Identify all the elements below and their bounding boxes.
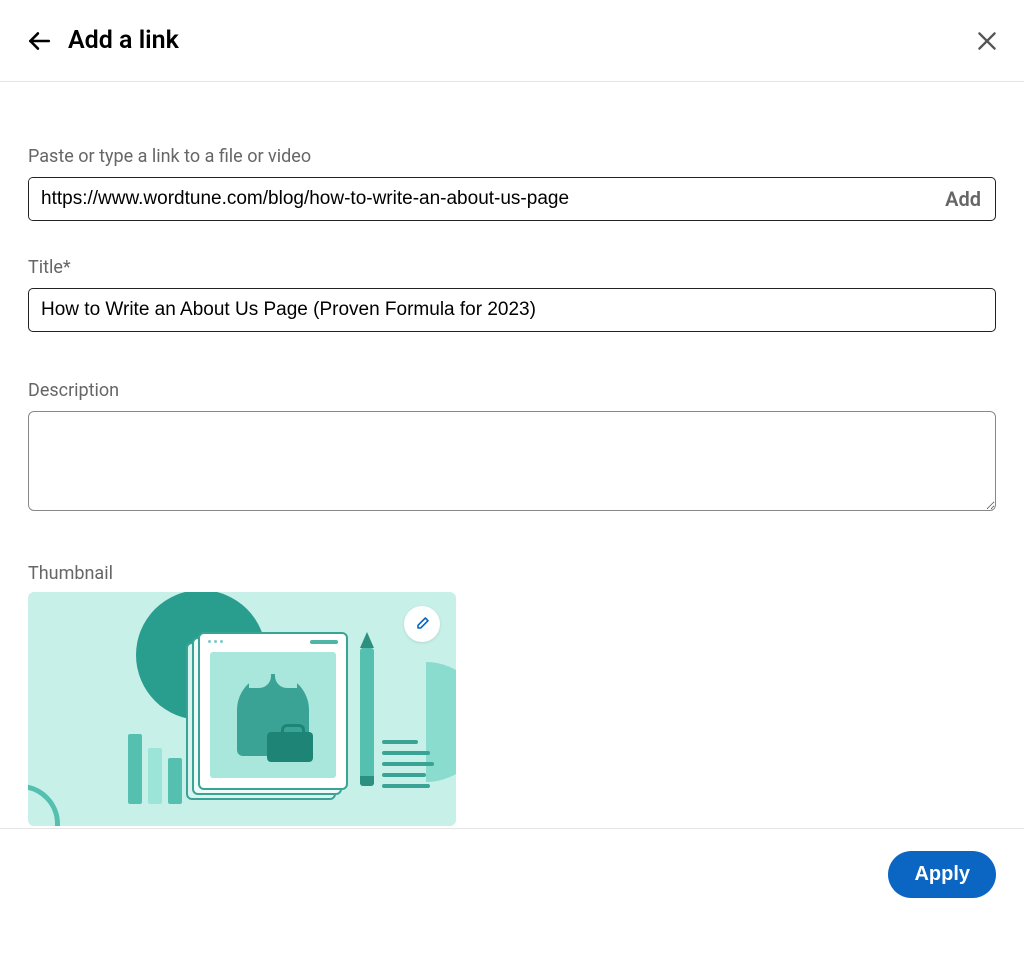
description-input[interactable] bbox=[28, 411, 996, 511]
thumb-pencil-decor bbox=[360, 648, 374, 786]
modal-footer: Apply bbox=[0, 828, 1024, 920]
modal-header: Add a link bbox=[0, 0, 1024, 82]
edit-thumbnail-button[interactable] bbox=[404, 606, 440, 642]
add-button[interactable]: Add bbox=[931, 178, 995, 220]
header-left: Add a link bbox=[24, 26, 179, 55]
thumb-card-stack bbox=[186, 632, 346, 800]
thumbnail-preview bbox=[28, 592, 456, 826]
form-content: Paste or type a link to a file or video … bbox=[0, 82, 1024, 826]
apply-button[interactable]: Apply bbox=[888, 851, 996, 898]
close-icon[interactable] bbox=[974, 28, 1000, 54]
title-label: Title* bbox=[28, 257, 996, 278]
link-input-wrap: Add bbox=[28, 177, 996, 221]
title-field: Title* bbox=[28, 257, 996, 332]
title-input[interactable] bbox=[28, 288, 996, 332]
page-title: Add a link bbox=[68, 26, 179, 55]
thumb-arc-decor bbox=[28, 784, 60, 826]
link-label: Paste or type a link to a file or video bbox=[28, 146, 996, 167]
thumbnail-section: Thumbnail bbox=[28, 563, 996, 826]
back-arrow-icon[interactable] bbox=[24, 28, 54, 54]
link-field: Paste or type a link to a file or video … bbox=[28, 146, 996, 221]
thumbnail-label: Thumbnail bbox=[28, 563, 996, 584]
description-field: Description bbox=[28, 380, 996, 515]
thumb-bars-decor bbox=[128, 734, 182, 804]
thumb-lines-decor bbox=[382, 740, 434, 788]
link-input[interactable] bbox=[29, 178, 931, 220]
description-label: Description bbox=[28, 380, 996, 401]
